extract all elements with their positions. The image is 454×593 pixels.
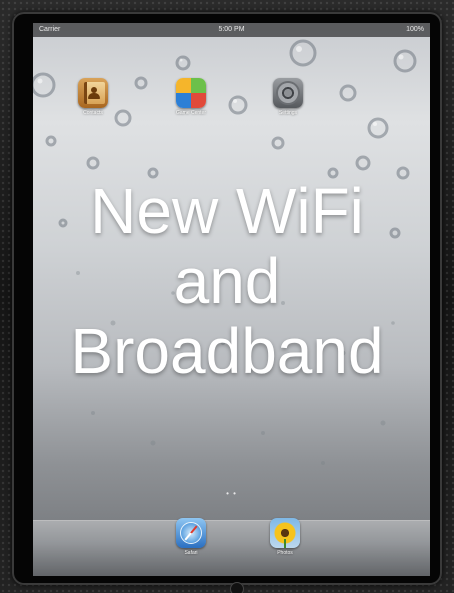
app-label: Game Center bbox=[175, 110, 206, 116]
app-label: Photos bbox=[277, 550, 293, 556]
dock-app-photos[interactable]: Photos bbox=[265, 518, 305, 556]
battery-label: 100% bbox=[406, 26, 424, 33]
contacts-icon bbox=[78, 78, 108, 108]
dock bbox=[33, 520, 430, 576]
overlay-line-2: and bbox=[173, 245, 281, 317]
app-label: Settings bbox=[278, 110, 298, 116]
app-contacts[interactable]: Contacts bbox=[73, 78, 113, 116]
app-label: Contacts bbox=[83, 110, 103, 116]
home-button[interactable] bbox=[230, 582, 244, 593]
app-game-center[interactable]: Game Center bbox=[171, 78, 211, 116]
overlay-line-1: New WiFi bbox=[90, 175, 364, 247]
dock-app-safari[interactable]: Safari bbox=[171, 518, 211, 556]
photos-icon bbox=[270, 518, 300, 548]
app-label: Safari bbox=[184, 550, 198, 556]
game-center-icon bbox=[176, 78, 206, 108]
safari-icon bbox=[176, 518, 206, 548]
tablet-device: Carrier 5:00 PM 100% Contacts Game Cente… bbox=[0, 0, 454, 593]
status-bar: Carrier 5:00 PM 100% bbox=[33, 23, 430, 37]
promo-overlay-text: New WiFi and Broadband bbox=[0, 176, 454, 386]
settings-icon bbox=[273, 78, 303, 108]
app-settings[interactable]: Settings bbox=[268, 78, 308, 116]
overlay-line-3: Broadband bbox=[70, 315, 384, 387]
status-time: 5:00 PM bbox=[218, 26, 245, 33]
page-indicator[interactable]: • • bbox=[33, 489, 430, 498]
